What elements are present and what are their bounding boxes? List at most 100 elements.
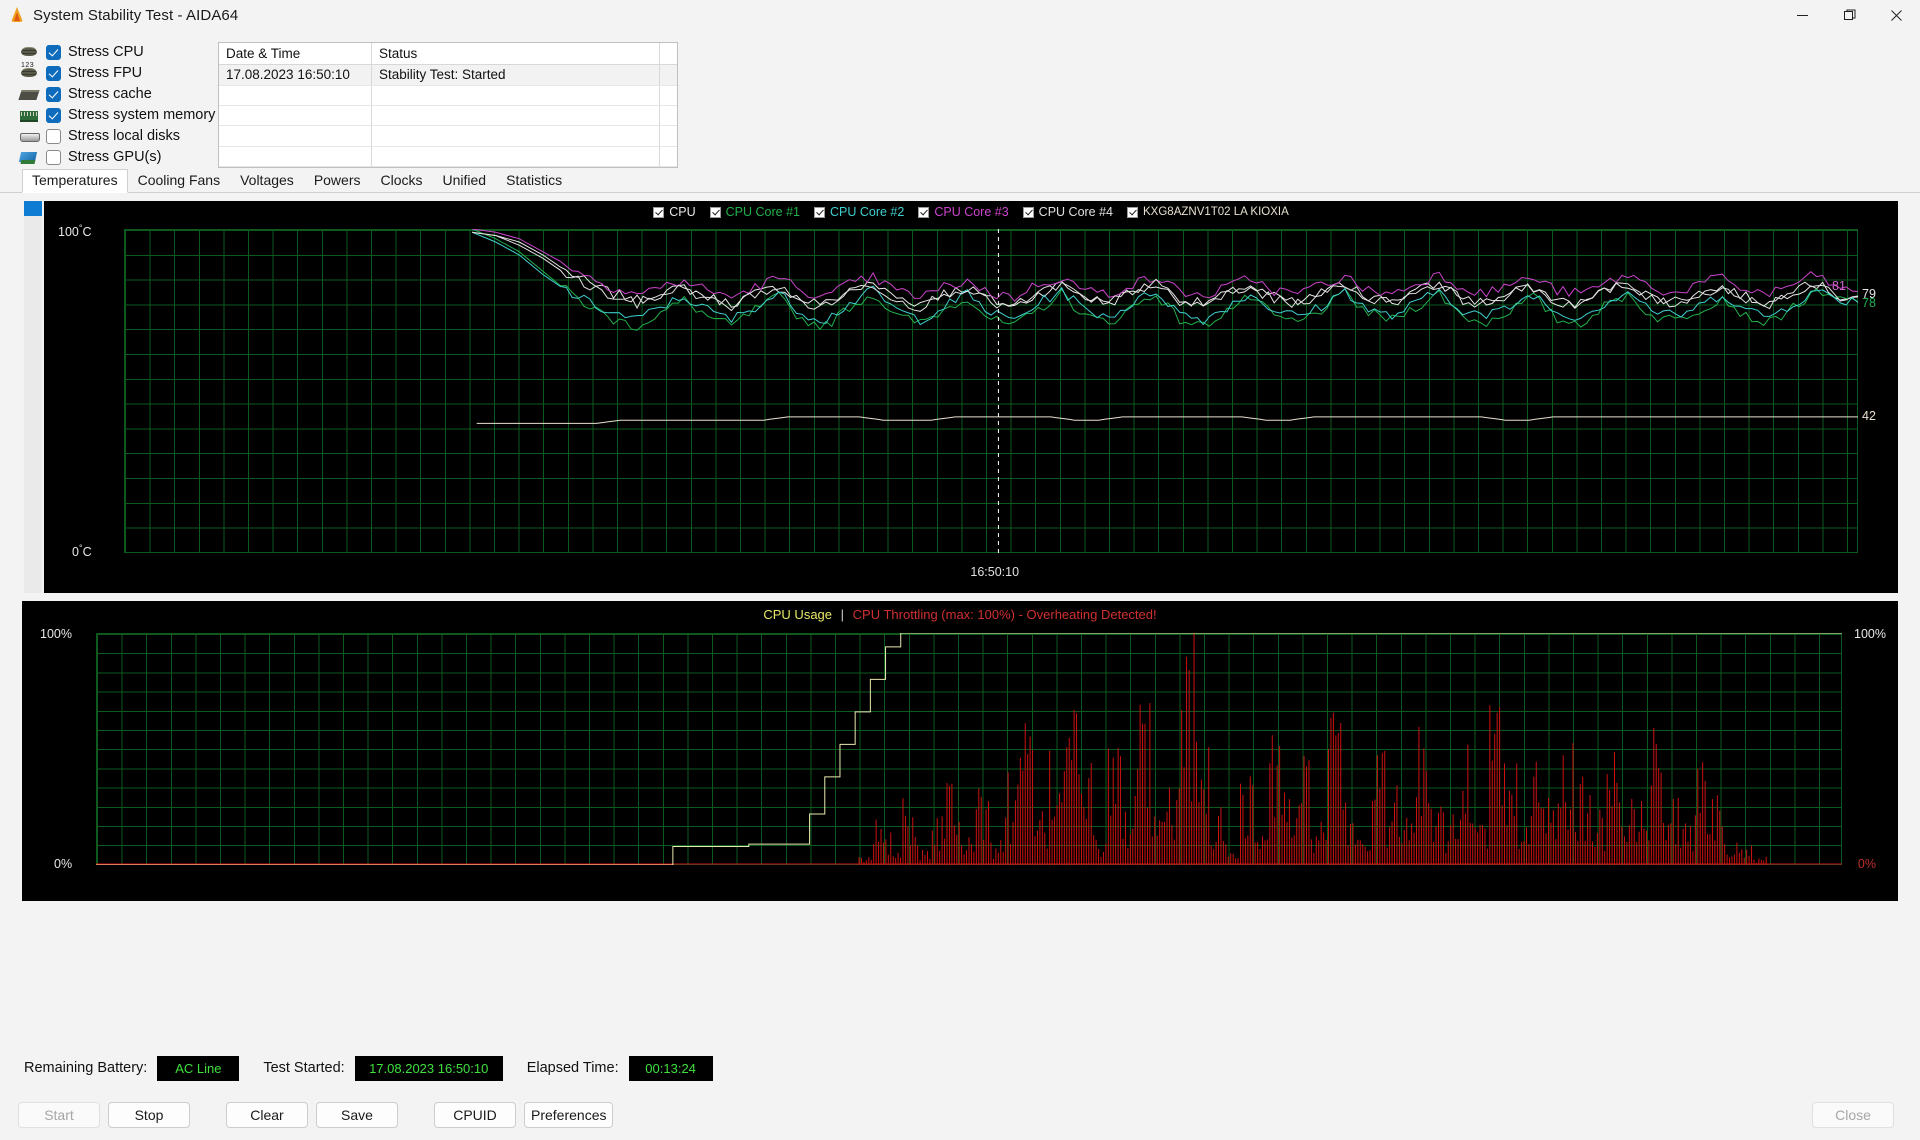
usage-axis-bottom-right: 0%: [1857, 857, 1876, 871]
log-col-datetime: Date & Time: [219, 43, 372, 65]
legend-checkbox[interactable]: [653, 206, 665, 218]
legend-label: CPU Core #1: [725, 205, 800, 219]
usage-axis-top-left: 100%: [40, 627, 72, 641]
temp-traces: [124, 229, 1858, 553]
save-button[interactable]: Save: [316, 1102, 398, 1128]
usage-axis-bottom-left: 0%: [54, 857, 73, 871]
tab-voltages[interactable]: Voltages: [230, 169, 304, 192]
stress-option-disks[interactable]: Stress local disks: [18, 126, 218, 146]
legend-item-core2[interactable]: CPU Core #2: [813, 205, 904, 219]
stress-options-list: Stress CPU 123 Stress FPU Stress cache S…: [0, 42, 218, 168]
battery-value: AC Line: [157, 1055, 240, 1081]
throttling-warning: CPU Throttling (max: 100%) - Overheating…: [852, 607, 1157, 622]
table-row[interactable]: [219, 105, 677, 127]
flame-icon: [8, 6, 26, 24]
fpu-chip-icon: 123: [18, 62, 40, 81]
legend-checkbox[interactable]: [813, 206, 825, 218]
stability-test-window: System Stability Test - AIDA64 Stress CP…: [0, 0, 1920, 1140]
cpu-usage-plot: CPU Usage | CPU Throttling (max: 100%) -…: [22, 601, 1898, 901]
preferences-button[interactable]: Preferences: [524, 1102, 614, 1128]
log-col-status: Status: [372, 43, 660, 65]
legend-item-ssd[interactable]: KXG8AZNV1T02 LA KIOXIA: [1127, 205, 1289, 219]
cpuid-button[interactable]: CPUID: [434, 1102, 516, 1128]
restore-icon[interactable]: [1826, 0, 1873, 30]
stress-cpu-label: Stress CPU: [68, 44, 144, 60]
close-icon[interactable]: [1873, 0, 1920, 30]
stress-fpu-checkbox[interactable]: [46, 65, 61, 81]
usage-traces: [96, 633, 1842, 865]
usage-grid-area: [96, 633, 1842, 865]
temperature-scrollbar[interactable]: [22, 201, 44, 593]
tab-strip: Temperatures Cooling Fans Voltages Power…: [0, 168, 1920, 193]
title-bar: System Stability Test - AIDA64: [0, 0, 1920, 30]
legend-item-core3[interactable]: CPU Core #3: [918, 205, 1009, 219]
tab-powers[interactable]: Powers: [304, 169, 371, 192]
stress-memory-label: Stress system memory: [68, 107, 216, 123]
event-log-table[interactable]: Date & Time Status 17.08.2023 16:50:10 S…: [218, 42, 678, 168]
table-row[interactable]: 17.08.2023 16:50:10 Stability Test: Star…: [219, 65, 677, 86]
usage-axis-top-right: 100%: [1854, 627, 1886, 641]
cpu-usage-chart: CPU Usage | CPU Throttling (max: 100%) -…: [22, 601, 1898, 901]
battery-label: Remaining Battery:: [24, 1060, 148, 1076]
tab-statistics[interactable]: Statistics: [496, 169, 572, 192]
ram-stick-icon: [18, 107, 40, 123]
table-row[interactable]: [219, 126, 677, 147]
scrollbar-thumb[interactable]: [24, 201, 42, 216]
tab-clocks[interactable]: Clocks: [371, 169, 433, 192]
legend-checkbox[interactable]: [918, 206, 930, 218]
charts-area: CPU CPU Core #1 CPU Core #2 CPU Core #3: [0, 193, 1920, 1046]
stress-option-fpu[interactable]: 123 Stress FPU: [18, 62, 218, 83]
stress-memory-checkbox[interactable]: [46, 107, 61, 123]
window-title: System Stability Test - AIDA64: [33, 6, 239, 24]
stress-cpu-checkbox[interactable]: [46, 44, 61, 60]
trace-cpu-core-2: [472, 232, 1858, 324]
stress-gpu-checkbox[interactable]: [46, 149, 61, 165]
legend-checkbox[interactable]: [709, 206, 721, 218]
trace-cpu-core-1: [472, 229, 1858, 330]
close-button[interactable]: Close: [1812, 1102, 1894, 1128]
readout-ssd: 42: [1862, 408, 1876, 423]
start-button[interactable]: Start: [18, 1102, 100, 1128]
stress-cache-checkbox[interactable]: [46, 86, 61, 102]
temperature-plot: CPU CPU Core #1 CPU Core #2 CPU Core #3: [44, 201, 1898, 593]
temp-axis-bottom-label: 0°C: [72, 542, 92, 559]
minimize-icon[interactable]: [1779, 0, 1826, 30]
trace-cpu-core-4: [472, 232, 1858, 311]
legend-checkbox[interactable]: [1022, 206, 1034, 218]
stop-button[interactable]: Stop: [108, 1102, 190, 1128]
stress-option-cache[interactable]: Stress cache: [18, 84, 218, 104]
legend-checkbox[interactable]: [1127, 206, 1139, 218]
stress-disks-checkbox[interactable]: [46, 128, 61, 144]
cpu-usage-label: CPU Usage: [763, 607, 833, 622]
scrollbar-track[interactable]: [24, 216, 42, 593]
clear-button[interactable]: Clear: [226, 1102, 308, 1128]
stress-option-gpu[interactable]: Stress GPU(s): [18, 147, 218, 167]
test-started-label: Test Started:: [263, 1060, 345, 1076]
temp-grid-area: [124, 229, 1858, 553]
stress-gpu-label: Stress GPU(s): [68, 149, 162, 165]
tab-unified[interactable]: Unified: [433, 169, 497, 192]
stress-option-memory[interactable]: Stress system memory: [18, 105, 218, 125]
elapsed-time-value: 00:13:24: [628, 1055, 713, 1081]
trace-cpu-throttling: [859, 633, 1766, 865]
stress-fpu-label: Stress FPU: [68, 65, 143, 81]
window-controls: [1779, 0, 1920, 30]
cache-chip-icon: [18, 86, 40, 102]
legend-item-cpu[interactable]: CPU: [653, 205, 696, 219]
cpu-chip-icon: [18, 44, 40, 60]
legend-item-core1[interactable]: CPU Core #1: [709, 205, 800, 219]
table-row[interactable]: [219, 146, 677, 167]
log-cell-status: Stability Test: Started: [372, 65, 660, 85]
elapsed-time-label: Elapsed Time:: [526, 1060, 619, 1076]
hard-disk-icon: [18, 128, 40, 144]
readout-core1: 78: [1862, 295, 1876, 310]
table-row[interactable]: [219, 85, 677, 106]
legend-item-core4[interactable]: CPU Core #4: [1022, 205, 1114, 219]
tab-temperatures[interactable]: Temperatures: [22, 169, 128, 193]
tab-cooling-fans[interactable]: Cooling Fans: [128, 169, 231, 192]
legend-label: CPU Core #4: [1038, 205, 1114, 219]
title-separator: |: [840, 607, 845, 622]
stress-option-cpu[interactable]: Stress CPU: [18, 42, 218, 62]
stress-cache-label: Stress cache: [68, 86, 152, 102]
readout-core3: 81: [1832, 279, 1846, 294]
